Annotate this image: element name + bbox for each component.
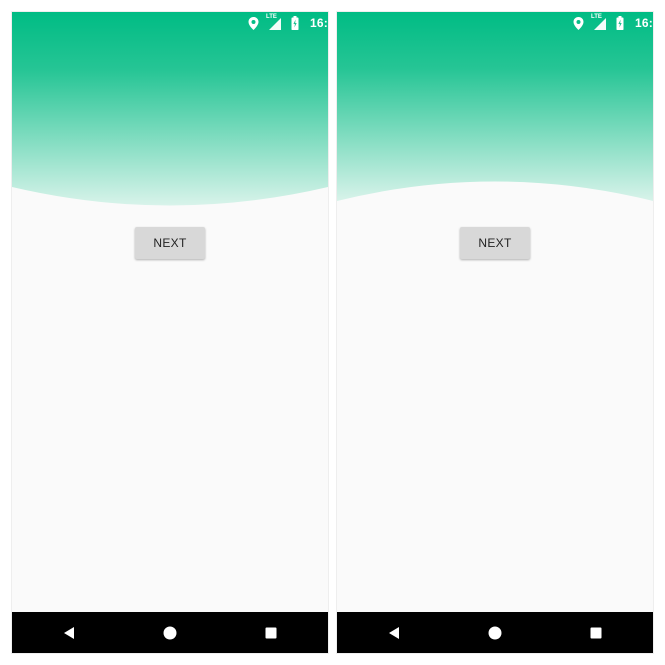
screenshot-collage: LTE 16: NEXT LTE 16: NEXT bbox=[0, 0, 665, 665]
home-icon bbox=[488, 626, 502, 639]
recents-button[interactable] bbox=[251, 612, 291, 653]
header-wave bbox=[12, 12, 328, 206]
location-icon bbox=[246, 16, 260, 30]
recents-button[interactable] bbox=[576, 612, 616, 653]
phone-screen-right: LTE 16: NEXT bbox=[337, 12, 653, 653]
signal-icon: LTE bbox=[266, 14, 282, 30]
back-button[interactable] bbox=[374, 612, 414, 653]
navigation-bar bbox=[337, 612, 653, 653]
back-icon bbox=[389, 626, 399, 639]
signal-icon: LTE bbox=[591, 14, 607, 30]
header-wave bbox=[337, 12, 653, 201]
network-type-label: LTE bbox=[266, 14, 277, 20]
home-button[interactable] bbox=[475, 612, 515, 653]
status-bar: LTE 16: bbox=[571, 12, 653, 34]
navigation-bar bbox=[12, 612, 328, 653]
status-clock: 16: bbox=[310, 16, 328, 30]
recents-icon bbox=[265, 627, 277, 638]
next-button[interactable]: NEXT bbox=[135, 227, 205, 259]
next-button[interactable]: NEXT bbox=[460, 227, 530, 259]
home-icon bbox=[163, 626, 177, 639]
recents-icon bbox=[590, 627, 602, 638]
battery-charging-icon bbox=[613, 16, 627, 30]
back-button[interactable] bbox=[49, 612, 89, 653]
status-bar: LTE 16: bbox=[246, 12, 328, 34]
location-icon bbox=[571, 16, 585, 30]
battery-charging-icon bbox=[288, 16, 302, 30]
status-clock: 16: bbox=[635, 16, 653, 30]
home-button[interactable] bbox=[150, 612, 190, 653]
back-icon bbox=[64, 626, 74, 639]
network-type-label: LTE bbox=[591, 14, 602, 20]
phone-screen-left: LTE 16: NEXT bbox=[12, 12, 328, 653]
